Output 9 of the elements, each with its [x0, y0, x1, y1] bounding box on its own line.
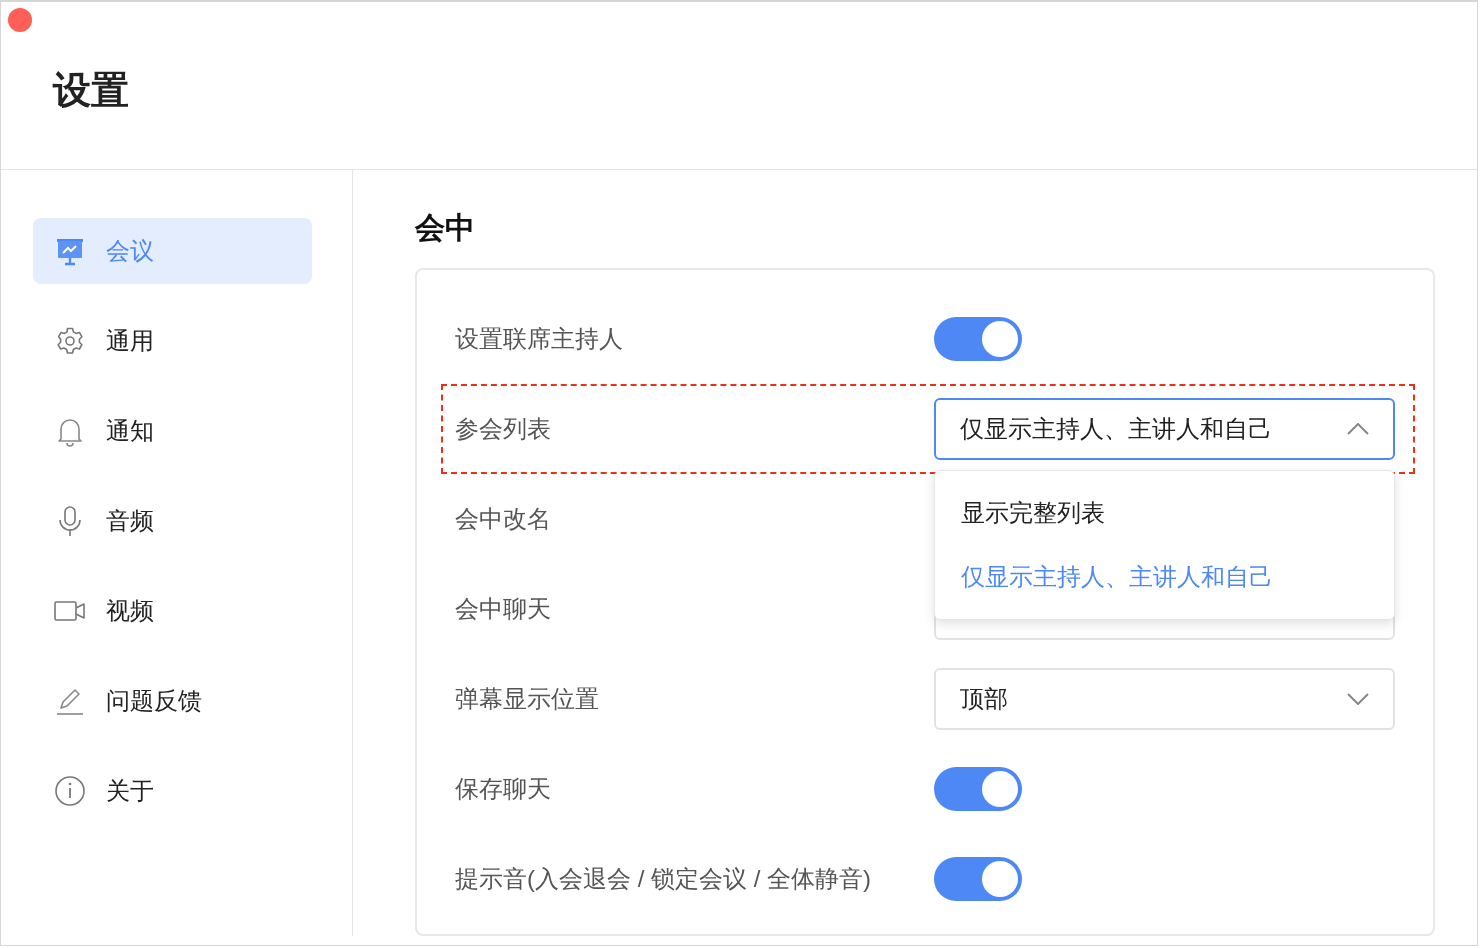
setting-label: 设置联席主持人 [455, 324, 624, 354]
window-title: 设置 [53, 68, 129, 113]
section-title: 会中 [415, 210, 475, 246]
setting-label: 参会列表 [455, 414, 552, 444]
setting-label: 弹幕显示位置 [455, 684, 600, 714]
setting-label: 会中改名 [455, 504, 552, 534]
setting-label: 保存聊天 [455, 774, 552, 804]
setting-label: 会中聊天 [455, 594, 552, 624]
setting-label: 提示音(入会退会 / 锁定会议 / 全体静音) [455, 864, 872, 894]
